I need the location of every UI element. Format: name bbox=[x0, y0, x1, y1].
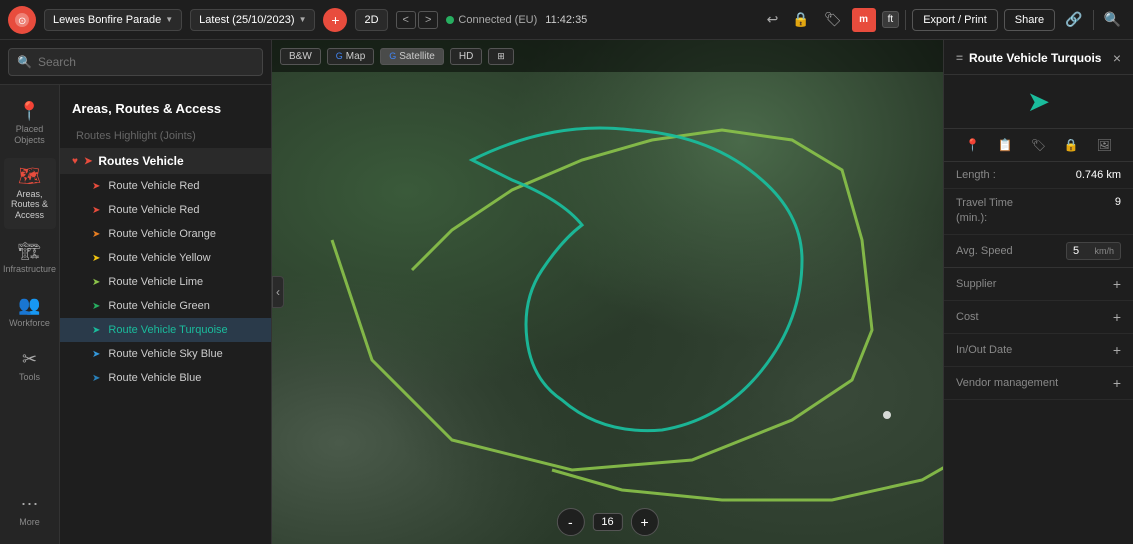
vendor-expand-icon: + bbox=[1113, 375, 1121, 391]
panel-title: = Route Vehicle Turquois bbox=[956, 51, 1101, 65]
panel-lock-button[interactable]: 🔒 bbox=[1061, 135, 1082, 155]
map-zoom-controls: - 16 + bbox=[556, 508, 658, 536]
panel-close-button[interactable]: × bbox=[1113, 50, 1121, 66]
sidebar-item-infrastructure[interactable]: 🏗 Infrastructure bbox=[4, 233, 56, 283]
export-print-button[interactable]: Export / Print bbox=[912, 9, 998, 31]
lock-button[interactable]: 🔒 bbox=[788, 9, 813, 30]
sidebar-item-placed-objects[interactable]: 📍 Placed Objects bbox=[4, 93, 56, 154]
sidebar-content-area: 📍 Placed Objects 🗺 Areas, Routes & Acces… bbox=[0, 85, 271, 544]
supplier-expand-icon: + bbox=[1113, 276, 1121, 292]
status-dot bbox=[446, 16, 454, 24]
placed-objects-icon: 📍 bbox=[18, 101, 40, 122]
areas-routes-icon: 🗺 bbox=[18, 166, 41, 187]
sidebar-item-more[interactable]: ⋯ More bbox=[4, 486, 56, 536]
panel-vendor-section[interactable]: Vendor management + bbox=[944, 367, 1133, 400]
unit-ft-button[interactable]: ft bbox=[882, 11, 900, 28]
infrastructure-icon: 🏗 bbox=[18, 241, 41, 262]
panel-length-row: Length : 0.746 km bbox=[944, 162, 1133, 189]
nav-right-button[interactable]: > bbox=[418, 11, 438, 29]
search-button[interactable]: 🔍 bbox=[1100, 9, 1125, 30]
tools-icon: ✂ bbox=[22, 349, 37, 370]
panel-title-icon: = bbox=[956, 51, 963, 65]
link-button[interactable]: 🔗 bbox=[1061, 9, 1086, 30]
sidebar-list: Areas, Routes & Access Routes Highlight … bbox=[60, 85, 271, 544]
list-item-route-lime[interactable]: ➤ Route Vehicle Lime bbox=[60, 270, 271, 294]
map-background: B&W G Map G Satellite HD ⊞ ‹ - bbox=[272, 40, 943, 544]
cost-expand-icon: + bbox=[1113, 309, 1121, 325]
map-google-map-button[interactable]: G Map bbox=[327, 48, 374, 65]
list-item-route-yellow[interactable]: ➤ Route Vehicle Yellow bbox=[60, 246, 271, 270]
route-type-icon: ➤ bbox=[1027, 85, 1050, 118]
list-item-route-red-1[interactable]: ➤ Route Vehicle Red bbox=[60, 174, 271, 198]
list-item-route-sky[interactable]: ➤ Route Vehicle Sky Blue bbox=[60, 342, 271, 366]
zoom-in-button[interactable]: + bbox=[631, 508, 659, 536]
search-input-wrap: 🔍 bbox=[8, 48, 263, 76]
list-item-route-orange[interactable]: ➤ Route Vehicle Orange bbox=[60, 222, 271, 246]
top-bar: ⊙ Lewes Bonfire Parade ▼ Latest (25/10/2… bbox=[0, 0, 1133, 40]
sidebar-item-workforce[interactable]: 👥 Workforce bbox=[4, 287, 56, 337]
right-panel: = Route Vehicle Turquois × ➤ 📍 📋 🏷 🔒 🖼 L… bbox=[943, 40, 1133, 544]
logo-button[interactable]: ⊙ bbox=[8, 6, 36, 34]
project-dropdown[interactable]: Lewes Bonfire Parade ▼ bbox=[44, 9, 182, 31]
section-title: Areas, Routes & Access bbox=[60, 93, 271, 124]
list-item-routes-highlight[interactable]: Routes Highlight (Joints) bbox=[60, 124, 271, 148]
panel-icon-actions: 📍 📋 🏷 🔒 🖼 bbox=[944, 129, 1133, 162]
inout-expand-icon: + bbox=[1113, 342, 1121, 358]
view-2d-button[interactable]: 2D bbox=[355, 9, 387, 31]
zoom-out-button[interactable]: - bbox=[556, 508, 584, 536]
panel-cost-section[interactable]: Cost + bbox=[944, 301, 1133, 334]
top-bar-right: ↩ 🔒 🏷 m ft Export / Print Share 🔗 🔍 bbox=[763, 8, 1125, 32]
divider2 bbox=[1093, 10, 1094, 30]
divider bbox=[905, 10, 906, 30]
panel-inout-date-section[interactable]: In/Out Date + bbox=[944, 334, 1133, 367]
nav-left-button[interactable]: < bbox=[396, 11, 416, 29]
panel-travel-time-row: Travel Time (min.): 9 bbox=[944, 189, 1133, 235]
left-sidebar: 🔍 📍 Placed Objects 🗺 Areas, Routes & Acc… bbox=[0, 40, 272, 544]
map-bw-button[interactable]: B&W bbox=[280, 48, 321, 65]
search-input[interactable] bbox=[38, 55, 254, 69]
panel-avg-speed-row: Avg. Speed 5 km/h bbox=[944, 235, 1133, 268]
add-button[interactable]: + bbox=[323, 8, 347, 32]
panel-supplier-section[interactable]: Supplier + bbox=[944, 268, 1133, 301]
map-routes-overlay bbox=[272, 40, 943, 544]
more-icon: ⋯ bbox=[21, 494, 39, 515]
panel-header: = Route Vehicle Turquois × bbox=[944, 40, 1133, 75]
date-dropdown[interactable]: Latest (25/10/2023) ▼ bbox=[190, 9, 315, 31]
list-item-route-red-2[interactable]: ➤ Route Vehicle Red bbox=[60, 198, 271, 222]
tag-button[interactable]: 🏷 bbox=[820, 9, 846, 30]
map-extra-button[interactable]: ⊞ bbox=[488, 48, 514, 65]
panel-image-button[interactable]: 🖼 bbox=[1094, 135, 1115, 155]
panel-copy-button[interactable]: 📋 bbox=[995, 135, 1016, 155]
panel-tag-button[interactable]: 🏷 bbox=[1028, 135, 1049, 155]
map-hd-button[interactable]: HD bbox=[450, 48, 482, 65]
collapse-panel-button[interactable]: ‹ bbox=[272, 276, 284, 308]
connection-status: Connected (EU) bbox=[446, 14, 537, 26]
search-bar: 🔍 bbox=[0, 40, 271, 85]
map-top-bar: B&W G Map G Satellite HD ⊞ bbox=[272, 40, 943, 72]
share-button[interactable]: Share bbox=[1004, 9, 1055, 31]
heart-icon: ♥ bbox=[72, 156, 78, 167]
list-item-route-green[interactable]: ➤ Route Vehicle Green bbox=[60, 294, 271, 318]
search-icon: 🔍 bbox=[17, 55, 32, 69]
list-item-route-blue[interactable]: ➤ Route Vehicle Blue bbox=[60, 366, 271, 390]
undo-button[interactable]: ↩ bbox=[763, 9, 783, 30]
sidebar-item-areas-routes[interactable]: 🗺 Areas, Routes & Access bbox=[4, 158, 56, 229]
main-layout: 🔍 📍 Placed Objects 🗺 Areas, Routes & Acc… bbox=[0, 40, 1133, 544]
workforce-icon: 👥 bbox=[18, 295, 40, 316]
avg-speed-input[interactable]: 5 km/h bbox=[1066, 242, 1121, 260]
nav-arrows: < > bbox=[396, 11, 439, 29]
panel-icon-row: ➤ bbox=[944, 75, 1133, 129]
list-item-routes-vehicle-header[interactable]: ♥ ➤ Routes Vehicle bbox=[60, 148, 271, 174]
map-area[interactable]: B&W G Map G Satellite HD ⊞ ‹ - bbox=[272, 40, 943, 544]
panel-location-button[interactable]: 📍 bbox=[962, 135, 983, 155]
map-satellite-button[interactable]: G Satellite bbox=[380, 48, 444, 65]
zoom-level-display: 16 bbox=[592, 513, 622, 531]
sidebar-icons: 📍 Placed Objects 🗺 Areas, Routes & Acces… bbox=[0, 85, 60, 544]
list-item-route-turquoise[interactable]: ➤ Route Vehicle Turquoise bbox=[60, 318, 271, 342]
time-display: 11:42:35 bbox=[545, 14, 587, 26]
svg-text:⊙: ⊙ bbox=[18, 16, 26, 27]
user-avatar[interactable]: m bbox=[852, 8, 876, 32]
sidebar-item-tools[interactable]: ✂ Tools bbox=[4, 341, 56, 391]
